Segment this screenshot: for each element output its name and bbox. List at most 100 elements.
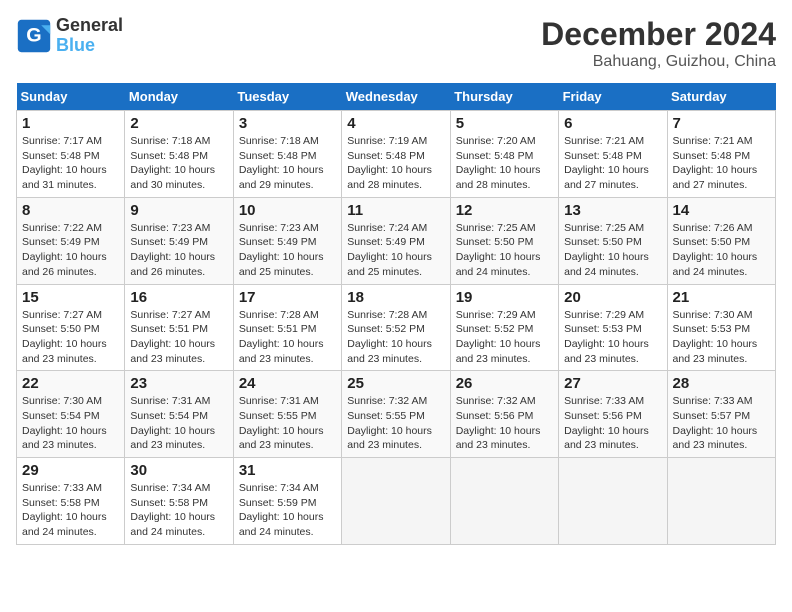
day-cell-21: 21 Sunrise: 7:30 AMSunset: 5:53 PMDayligh… [667,284,775,371]
col-wednesday: Wednesday [342,83,450,111]
day-cell-13: 13Sunrise: 7:25 AMSunset: 5:50 PMDayligh… [559,197,667,284]
day-info: Sunrise: 7:29 AMSunset: 5:52 PMDaylight:… [456,309,541,365]
day-info: Sunrise: 7:28 AMSunset: 5:51 PMDaylight:… [239,309,324,365]
day-number: 29 [22,462,119,479]
day-info: Sunrise: 7:33 AMSunset: 5:58 PMDaylight:… [22,482,107,538]
day-cell-17: 17 Sunrise: 7:28 AMSunset: 5:51 PMDayligh… [233,284,341,371]
day-info: Sunrise: 7:23 AMSunset: 5:49 PMDaylight:… [239,222,324,278]
day-number: 20 [564,289,661,306]
empty-cell [450,458,558,545]
day-number: 24 [239,375,336,392]
day-number: 15 [22,289,119,306]
day-info: Sunrise: 7:29 AMSunset: 5:53 PMDaylight:… [564,309,649,365]
day-info: Sunrise: 7:27 AMSunset: 5:51 PMDaylight:… [130,309,215,365]
day-number: 21 [673,289,770,306]
col-monday: Monday [125,83,233,111]
day-number: 10 [239,202,336,219]
day-info: Sunrise: 7:33 AMSunset: 5:56 PMDaylight:… [564,395,649,451]
day-number: 4 [347,115,444,132]
day-cell-1: 1Sunrise: 7:17 AMSunset: 5:48 PMDaylight… [17,111,125,198]
day-cell-9: 9Sunrise: 7:23 AMSunset: 5:49 PMDaylight… [125,197,233,284]
day-cell-18: 18Sunrise: 7:28 AMSunset: 5:52 PMDayligh… [342,284,450,371]
day-cell-30: 30 Sunrise: 7:34 AMSunset: 5:58 PMDayligh… [125,458,233,545]
day-info: Sunrise: 7:24 AMSunset: 5:49 PMDaylight:… [347,222,432,278]
day-number: 1 [22,115,119,132]
day-cell-29: 29 Sunrise: 7:33 AMSunset: 5:58 PMDayligh… [17,458,125,545]
day-cell-31: 31 Sunrise: 7:34 AMSunset: 5:59 PMDayligh… [233,458,341,545]
day-info: Sunrise: 7:22 AMSunset: 5:49 PMDaylight:… [22,222,107,278]
day-cell-22: 22 Sunrise: 7:30 AMSunset: 5:54 PMDayligh… [17,371,125,458]
svg-text:G: G [26,24,41,46]
col-sunday: Sunday [17,83,125,111]
day-info: Sunrise: 7:20 AMSunset: 5:48 PMDaylight:… [456,135,541,191]
day-info: Sunrise: 7:25 AMSunset: 5:50 PMDaylight:… [564,222,649,278]
day-cell-16: 16Sunrise: 7:27 AMSunset: 5:51 PMDayligh… [125,284,233,371]
day-cell-3: 3 Sunrise: 7:18 AMSunset: 5:48 PMDaylight… [233,111,341,198]
day-number: 6 [564,115,661,132]
day-number: 31 [239,462,336,479]
day-cell-7: 7 Sunrise: 7:21 AMSunset: 5:48 PMDaylight… [667,111,775,198]
day-info: Sunrise: 7:34 AMSunset: 5:59 PMDaylight:… [239,482,324,538]
empty-cell [342,458,450,545]
calendar-table: Sunday Monday Tuesday Wednesday Thursday… [16,83,776,545]
page-header: G General Blue December 2024 Bahuang, Gu… [16,16,776,71]
calendar-week-5: 29 Sunrise: 7:33 AMSunset: 5:58 PMDayligh… [17,458,776,545]
header-row: Sunday Monday Tuesday Wednesday Thursday… [17,83,776,111]
day-cell-14: 14 Sunrise: 7:26 AMSunset: 5:50 PMDayligh… [667,197,775,284]
day-number: 30 [130,462,227,479]
day-cell-28: 28Sunrise: 7:33 AMSunset: 5:57 PMDayligh… [667,371,775,458]
day-number: 14 [673,202,770,219]
day-cell-15: 15 Sunrise: 7:27 AMSunset: 5:50 PMDayligh… [17,284,125,371]
day-number: 19 [456,289,553,306]
calendar-week-1: 1Sunrise: 7:17 AMSunset: 5:48 PMDaylight… [17,111,776,198]
day-number: 9 [130,202,227,219]
calendar-week-3: 15 Sunrise: 7:27 AMSunset: 5:50 PMDayligh… [17,284,776,371]
empty-cell [559,458,667,545]
day-cell-24: 24 Sunrise: 7:31 AMSunset: 5:55 PMDayligh… [233,371,341,458]
day-info: Sunrise: 7:30 AMSunset: 5:53 PMDaylight:… [673,309,758,365]
day-number: 8 [22,202,119,219]
day-info: Sunrise: 7:27 AMSunset: 5:50 PMDaylight:… [22,309,107,365]
day-info: Sunrise: 7:18 AMSunset: 5:48 PMDaylight:… [239,135,324,191]
day-cell-26: 26Sunrise: 7:32 AMSunset: 5:56 PMDayligh… [450,371,558,458]
day-info: Sunrise: 7:21 AMSunset: 5:48 PMDaylight:… [673,135,758,191]
day-number: 5 [456,115,553,132]
day-cell-20: 20 Sunrise: 7:29 AMSunset: 5:53 PMDayligh… [559,284,667,371]
day-number: 11 [347,202,444,219]
day-number: 12 [456,202,553,219]
day-cell-19: 19 Sunrise: 7:29 AMSunset: 5:52 PMDayligh… [450,284,558,371]
calendar-week-2: 8 Sunrise: 7:22 AMSunset: 5:49 PMDaylight… [17,197,776,284]
day-number: 17 [239,289,336,306]
day-cell-2: 2Sunrise: 7:18 AMSunset: 5:48 PMDaylight… [125,111,233,198]
day-info: Sunrise: 7:18 AMSunset: 5:48 PMDaylight:… [130,135,215,191]
logo-icon: G [16,18,52,54]
day-cell-6: 6 Sunrise: 7:21 AMSunset: 5:48 PMDaylight… [559,111,667,198]
day-cell-11: 11 Sunrise: 7:24 AMSunset: 5:49 PMDayligh… [342,197,450,284]
day-number: 22 [22,375,119,392]
day-number: 28 [673,375,770,392]
day-info: Sunrise: 7:31 AMSunset: 5:55 PMDaylight:… [239,395,324,451]
day-info: Sunrise: 7:34 AMSunset: 5:58 PMDaylight:… [130,482,215,538]
day-info: Sunrise: 7:28 AMSunset: 5:52 PMDaylight:… [347,309,432,365]
day-cell-4: 4 Sunrise: 7:19 AMSunset: 5:48 PMDaylight… [342,111,450,198]
day-info: Sunrise: 7:25 AMSunset: 5:50 PMDaylight:… [456,222,541,278]
day-number: 23 [130,375,227,392]
calendar-week-4: 22 Sunrise: 7:30 AMSunset: 5:54 PMDayligh… [17,371,776,458]
logo: G General Blue [16,16,123,56]
day-cell-25: 25 Sunrise: 7:32 AMSunset: 5:55 PMDayligh… [342,371,450,458]
day-number: 25 [347,375,444,392]
day-number: 26 [456,375,553,392]
col-friday: Friday [559,83,667,111]
day-info: Sunrise: 7:32 AMSunset: 5:55 PMDaylight:… [347,395,432,451]
day-number: 3 [239,115,336,132]
month-title: December 2024 [541,16,776,53]
day-cell-5: 5 Sunrise: 7:20 AMSunset: 5:48 PMDaylight… [450,111,558,198]
day-number: 7 [673,115,770,132]
day-info: Sunrise: 7:21 AMSunset: 5:48 PMDaylight:… [564,135,649,191]
day-info: Sunrise: 7:26 AMSunset: 5:50 PMDaylight:… [673,222,758,278]
day-info: Sunrise: 7:19 AMSunset: 5:48 PMDaylight:… [347,135,432,191]
day-cell-12: 12 Sunrise: 7:25 AMSunset: 5:50 PMDayligh… [450,197,558,284]
col-saturday: Saturday [667,83,775,111]
day-info: Sunrise: 7:30 AMSunset: 5:54 PMDaylight:… [22,395,107,451]
day-cell-23: 23Sunrise: 7:31 AMSunset: 5:54 PMDayligh… [125,371,233,458]
